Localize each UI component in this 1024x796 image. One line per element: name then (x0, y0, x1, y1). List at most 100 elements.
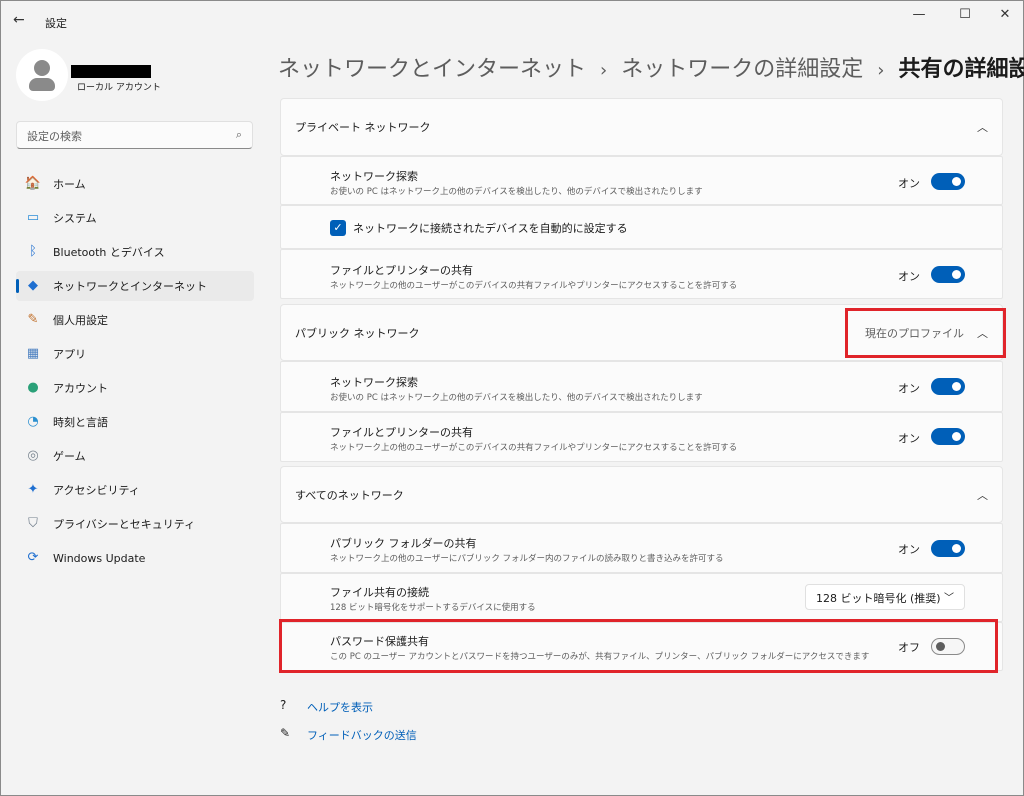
search-placeholder: 設定の検索 (27, 130, 82, 143)
avatar (16, 49, 68, 101)
sidebar-item[interactable]: ✎ 個人用設定 (16, 305, 254, 335)
sidebar-item[interactable]: ✦ アクセシビリティ (16, 475, 254, 505)
sidebar-item[interactable]: ◎ ゲーム (16, 441, 254, 471)
all-networks-header[interactable]: すべてのネットワーク ︿ (280, 466, 1003, 523)
auto-setup-row: ✓ ネットワークに接続されたデバイスを自動的に設定する (280, 205, 1003, 249)
sidebar-item-label: プライバシーとセキュリティ (53, 518, 196, 531)
sidebar-item[interactable]: ◆ ネットワークとインターネット (16, 271, 254, 301)
row-title: ネットワーク探索 (330, 170, 418, 183)
chevron-right-icon: › (600, 60, 608, 81)
chevron-right-icon: › (877, 60, 885, 81)
maximize-button[interactable]: ☐ (950, 7, 980, 27)
minimize-button[interactable]: — (904, 7, 934, 27)
row-desc: お使いの PC はネットワーク上の他のデバイスを検出したり、他のデバイスで検出さ… (330, 187, 703, 197)
sidebar-item[interactable]: ⛉ プライバシーとセキュリティ (16, 509, 254, 539)
row-desc: お使いの PC はネットワーク上の他のデバイスを検出したり、他のデバイスで検出さ… (330, 393, 703, 403)
close-button[interactable]: ✕ (990, 7, 1020, 27)
sidebar-item-label: ホーム (53, 178, 86, 191)
page-title: 共有の詳細設定 (898, 57, 1024, 82)
sidebar-item-label: アクセシビリティ (53, 484, 140, 497)
auto-setup-checkbox[interactable]: ✓ (330, 220, 346, 236)
encryption-dropdown[interactable]: 128 ビット暗号化 (推奨) ﹀ (805, 584, 965, 610)
chevron-up-icon: ︿ (977, 121, 988, 134)
sidebar-item[interactable]: 🏠 ホーム (16, 169, 254, 199)
highlight-box (279, 619, 998, 673)
sidebar-item-label: ゲーム (53, 450, 86, 463)
section-title: すべてのネットワーク (295, 488, 404, 502)
redacted-username (71, 65, 151, 78)
account-type: ローカル アカウント (77, 83, 161, 93)
search-icon: ⌕ (235, 128, 242, 141)
public-folder-row: パブリック フォルダーの共有 ネットワーク上の他のユーザーにパブリック フォルダ… (280, 523, 1003, 573)
chevron-down-icon: ﹀ (944, 593, 954, 604)
row-title: ファイルとプリンターの共有 (330, 426, 473, 439)
nav-icon: 🏠 (24, 176, 42, 191)
toggle-state: オン (898, 432, 920, 445)
toggle-state: オン (898, 382, 920, 395)
app-title: 設定 (45, 17, 67, 30)
nav-icon: ✦ (27, 482, 39, 497)
back-arrow-icon[interactable]: ← (13, 12, 25, 28)
public-sharing-row: ファイルとプリンターの共有 ネットワーク上の他のユーザーがこのデバイスの共有ファ… (280, 412, 1003, 462)
breadcrumb: ネットワークとインターネット › ネットワークの詳細設定 › 共有の詳細設定 (278, 51, 1024, 83)
sidebar-item-label: 個人用設定 (53, 314, 108, 327)
sidebar-item[interactable]: ᛒ Bluetooth とデバイス (16, 237, 254, 267)
toggle-state: オン (898, 543, 920, 556)
nav-icon: ▦ (26, 346, 40, 361)
breadcrumb-network[interactable]: ネットワークとインターネット (278, 57, 586, 82)
sidebar-item-label: 時刻と言語 (53, 416, 108, 429)
nav-icon: ⛉ (28, 516, 38, 531)
search-input[interactable]: 設定の検索 ⌕ (16, 121, 253, 149)
chevron-up-icon: ︿ (977, 488, 988, 502)
row-desc: ネットワーク上の他のユーザーがこのデバイスの共有ファイルやプリンターにアクセスす… (330, 443, 738, 453)
sidebar-item[interactable]: ● アカウント (16, 373, 254, 403)
help-icon: ? (280, 698, 287, 712)
nav-icon: ◎ (27, 448, 39, 463)
public-folder-toggle[interactable] (931, 540, 965, 557)
row-desc: ネットワーク上の他のユーザーがこのデバイスの共有ファイルやプリンターにアクセスす… (330, 281, 738, 291)
nav-icon: ◔ (27, 414, 39, 429)
row-desc: 128 ビット暗号化をサポートするデバイスに使用する (330, 603, 536, 613)
private-discovery-row: ネットワーク探索 お使いの PC はネットワーク上の他のデバイスを検出したり、他… (280, 156, 1003, 205)
sidebar-item[interactable]: ⟳ Windows Update (16, 543, 254, 573)
breadcrumb-advanced[interactable]: ネットワークの詳細設定 (621, 57, 863, 82)
sidebar-item-label: Bluetooth とデバイス (53, 246, 165, 259)
section-title: パブリック ネットワーク (295, 326, 420, 340)
private-sharing-toggle[interactable] (931, 266, 965, 283)
row-title: ネットワーク探索 (330, 376, 418, 389)
sidebar-item-label: ネットワークとインターネット (53, 280, 207, 293)
section-title: プライベート ネットワーク (295, 121, 431, 134)
public-discovery-row: ネットワーク探索 お使いの PC はネットワーク上の他のデバイスを検出したり、他… (280, 361, 1003, 412)
nav-icon: ⟳ (27, 550, 39, 565)
nav-icon: ᛒ (29, 244, 37, 259)
feedback-link[interactable]: フィードバックの送信 (307, 727, 417, 743)
sidebar-item-label: システム (53, 212, 97, 225)
checkbox-label: ネットワークに接続されたデバイスを自動的に設定する (353, 222, 628, 235)
feedback-icon: ✎ (280, 726, 291, 740)
sidebar-item[interactable]: ▭ システム (16, 203, 254, 233)
private-network-header[interactable]: プライベート ネットワーク ︿ (280, 98, 1003, 156)
help-link[interactable]: ヘルプを表示 (307, 699, 373, 715)
row-title: パブリック フォルダーの共有 (330, 537, 477, 550)
nav-icon: ◆ (28, 278, 38, 293)
row-title: ファイルとプリンターの共有 (330, 264, 473, 277)
toggle-state: オン (898, 270, 920, 283)
nav-icon: ✎ (27, 312, 39, 327)
public-discovery-toggle[interactable] (931, 378, 965, 395)
sidebar-item-label: Windows Update (53, 551, 146, 565)
nav-icon: ● (27, 380, 39, 395)
sidebar-item-label: アカウント (53, 382, 108, 395)
private-discovery-toggle[interactable] (931, 173, 965, 190)
sidebar-item[interactable]: ◔ 時刻と言語 (16, 407, 254, 437)
toggle-state: オン (898, 177, 920, 190)
row-title: ファイル共有の接続 (330, 586, 429, 599)
nav-icon: ▭ (26, 210, 40, 225)
sidebar-item[interactable]: ▦ アプリ (16, 339, 254, 369)
sidebar-item-label: アプリ (53, 348, 86, 361)
title-bar (1, 1, 1024, 41)
dropdown-value: 128 ビット暗号化 (推奨) (816, 592, 941, 605)
row-desc: ネットワーク上の他のユーザーにパブリック フォルダー内のファイルの読み取りと書き… (330, 554, 724, 564)
public-sharing-toggle[interactable] (931, 428, 965, 445)
file-sharing-connection-row: ファイル共有の接続 128 ビット暗号化をサポートするデバイスに使用する 128… (280, 573, 1003, 622)
private-sharing-row: ファイルとプリンターの共有 ネットワーク上の他のユーザーがこのデバイスの共有ファ… (280, 249, 1003, 299)
